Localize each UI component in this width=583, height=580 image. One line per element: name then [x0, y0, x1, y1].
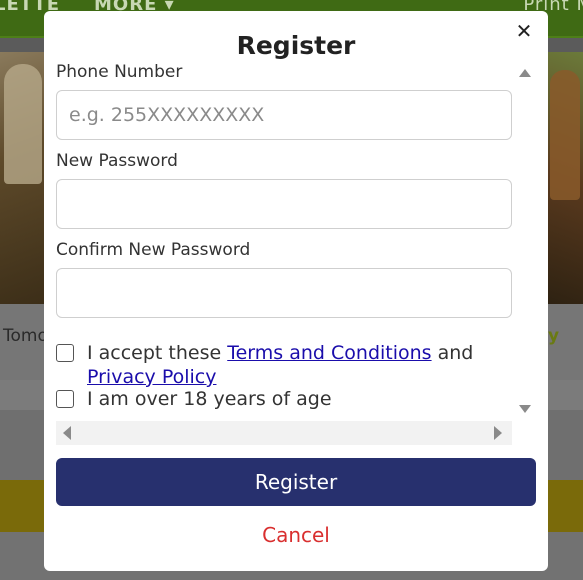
confirm-password-label: Confirm New Password — [56, 240, 251, 260]
phone-number-label: Phone Number — [56, 62, 183, 82]
vertical-scrollbar[interactable] — [514, 61, 536, 419]
terms-prefix: I accept these — [87, 342, 228, 364]
terms-checkbox[interactable] — [56, 344, 74, 362]
form-scroll-area: Phone Number New Password Confirm New Pa… — [44, 61, 536, 419]
register-button[interactable]: Register — [56, 458, 536, 506]
background-tile-label-right: y — [548, 326, 560, 346]
new-password-input[interactable] — [56, 179, 512, 229]
privacy-policy-link[interactable]: Privacy Policy — [87, 366, 216, 388]
background-game-tile-right — [548, 52, 583, 304]
confirm-password-input[interactable] — [56, 268, 512, 318]
age-text: I am over 18 years of age — [87, 388, 332, 410]
modal-title: Register — [236, 31, 356, 60]
cancel-button[interactable]: Cancel — [44, 523, 548, 547]
age-row: I am over 18 years of age — [56, 387, 507, 411]
background-game-tile-left — [0, 52, 46, 304]
new-password-label: New Password — [56, 151, 178, 171]
scroll-up-icon[interactable] — [519, 69, 531, 77]
age-checkbox[interactable] — [56, 390, 74, 408]
terms-text: I accept these Terms and Conditions and … — [87, 341, 507, 389]
close-icon[interactable]: ✕ — [512, 19, 536, 43]
terms-middle: and — [431, 342, 474, 364]
game-art-figure — [4, 64, 42, 184]
horizontal-scrollbar[interactable] — [56, 421, 512, 445]
game-art-figure — [550, 70, 580, 200]
register-modal: Register ✕ Phone Number New Password Con… — [44, 11, 548, 571]
terms-row: I accept these Terms and Conditions and … — [56, 341, 507, 389]
phone-number-input[interactable] — [56, 90, 512, 140]
scroll-left-icon[interactable] — [63, 426, 71, 440]
scroll-down-icon[interactable] — [519, 405, 531, 413]
scroll-right-icon[interactable] — [494, 426, 502, 440]
background-tile-label-left: Tomo — [3, 326, 48, 346]
terms-link[interactable]: Terms and Conditions — [227, 342, 431, 364]
